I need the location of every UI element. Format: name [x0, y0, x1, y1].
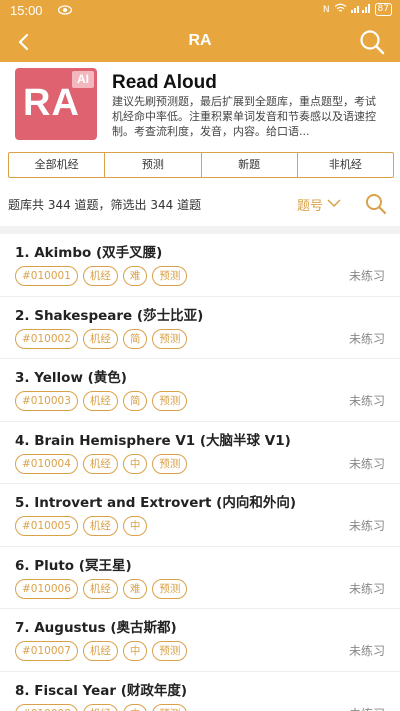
question-title: 7. Augustus (奥古斯都) [15, 620, 177, 636]
question-tags: #010002 机经简预测 [15, 328, 188, 349]
filter-prediction[interactable]: 预测 [105, 153, 202, 177]
question-tag: 简 [122, 328, 148, 349]
question-tag: 中 [122, 641, 148, 661]
summary-bar: 题库共 344 道题，筛选出 344 道题 题号 [0, 186, 400, 222]
chevron-down-icon [327, 197, 341, 212]
question-tag: 机经 [82, 328, 118, 349]
nfc-icon: N [322, 4, 330, 15]
question-tag: 难 [122, 266, 148, 286]
question-tags: #010005 机经中 [15, 516, 148, 536]
question-tags: #010008 机经中预测 [15, 703, 188, 711]
practice-status: 未练习 [348, 269, 385, 283]
question-tag: 预测 [152, 703, 188, 711]
question-tag: 预测 [152, 453, 188, 474]
question-title: 5. Introvert and Extrovert (内向和外向) [15, 495, 297, 511]
ai-badge: AI [72, 71, 94, 88]
question-id-tag: #010004 [15, 453, 78, 474]
filter-all[interactable]: 全部机经 [9, 153, 106, 177]
question-tag: 机经 [82, 391, 118, 411]
question-list: 1. Akimbo (双手叉腰) #010001 机经难预测 未练习 2. Shakes… [0, 234, 400, 711]
read-aloud-logo: RA AI [15, 68, 97, 140]
search-icon[interactable] [358, 28, 386, 56]
logo-text: RA [23, 82, 80, 124]
question-tags: #010006 机经难预测 [15, 578, 188, 599]
practice-status: 未练习 [348, 581, 385, 596]
question-id-tag: #010005 [15, 516, 78, 536]
practice-status: 未练习 [348, 331, 385, 346]
list-item[interactable]: 1. Akimbo (双手叉腰) #010001 机经难预测 未练习 [0, 234, 400, 297]
question-id-tag: #010006 [15, 578, 78, 599]
question-tag: 机经 [82, 266, 118, 286]
question-tag: 预测 [152, 328, 188, 349]
question-tags: #010003 机经简预测 [15, 391, 188, 411]
question-id-tag: #010001 [15, 266, 78, 286]
question-title: 1. Akimbo (双手叉腰) [15, 245, 163, 261]
question-tag: 机经 [82, 641, 118, 661]
battery-icon: 87 [374, 3, 392, 16]
system-icons: N 87 [323, 3, 392, 16]
question-tag: 机经 [82, 453, 118, 474]
question-tag: 中 [122, 703, 148, 711]
list-item[interactable]: 4. Brain Hemisphere V1 (大脑半球 V1) #010004 机… [0, 422, 400, 484]
practice-status: 未练习 [348, 644, 385, 658]
status-time: 15:00 [10, 3, 43, 18]
sort-label: 题号 [297, 199, 324, 214]
practice-status: 未练习 [348, 519, 385, 533]
signal-icon [350, 3, 371, 16]
eye-icon [57, 4, 73, 18]
question-type-header: RA AI Read Aloud 建议先刷预测题，最后扩展到全题库，重点题型，考… [0, 62, 400, 150]
question-tags: #010004 机经中预测 [15, 453, 188, 474]
sort-dropdown[interactable]: 题号 [297, 195, 341, 214]
question-title: 2. Shakespeare (莎士比亚) [15, 307, 204, 324]
filter-tabs: 全部机经 预测 新题 非机经 [8, 152, 394, 178]
question-tag: 难 [122, 578, 148, 599]
question-type-name: Read Aloud [112, 72, 217, 93]
question-title: 3. Yellow (黄色) [15, 370, 127, 386]
wifi-icon [334, 3, 347, 16]
list-item[interactable]: 2. Shakespeare (莎士比亚) #010002 机经简预测 未练习 [0, 297, 400, 359]
page-title: RA [188, 32, 212, 49]
question-type-description[interactable]: 建议先刷预测题，最后扩展到全题库，重点题型，考试机经命中率低。注重积累单词发音和… [112, 94, 386, 139]
question-title: 6. Pluto (冥王星) [15, 557, 132, 574]
filter-search-icon[interactable] [364, 192, 388, 216]
filter-new[interactable]: 新题 [202, 153, 298, 177]
question-tag: 机经 [82, 703, 118, 711]
question-title: 8. Fiscal Year (财政年度) [15, 682, 188, 699]
list-item[interactable]: 6. Pluto (冥王星) #010006 机经难预测 未练习 [0, 547, 400, 609]
question-tag: 中 [122, 516, 148, 536]
question-tag: 简 [122, 391, 148, 411]
section-divider [0, 226, 400, 234]
question-tags: #010001 机经难预测 [15, 266, 188, 286]
list-item[interactable]: 3. Yellow (黄色) #010003 机经简预测 未练习 [0, 359, 400, 422]
list-item[interactable]: 5. Introvert and Extrovert (内向和外向) #01000… [0, 484, 400, 547]
question-id-tag: #010008 [15, 703, 78, 711]
question-tags: #010007 机经中预测 [15, 641, 188, 661]
list-item[interactable]: 8. Fiscal Year (财政年度) #010008 机经中预测 未练习 [0, 672, 400, 711]
app-bar: RA [0, 22, 400, 62]
question-tag: 预测 [152, 391, 188, 411]
question-tag: 机经 [82, 578, 118, 599]
question-tag: 预测 [152, 641, 188, 661]
status-bar: 15:00 N 87 [0, 0, 400, 22]
question-tag: 中 [122, 453, 148, 474]
question-id-tag: #010007 [15, 641, 78, 661]
question-id-tag: #010003 [15, 391, 78, 411]
question-title: 4. Brain Hemisphere V1 (大脑半球 V1) [15, 432, 291, 449]
question-tag: 预测 [152, 578, 188, 599]
question-id-tag: #010002 [15, 328, 78, 349]
practice-status: 未练习 [348, 394, 385, 408]
question-tag: 预测 [152, 266, 188, 286]
filter-non-exam[interactable]: 非机经 [298, 153, 393, 177]
practice-status: 未练习 [349, 704, 385, 711]
list-item[interactable]: 7. Augustus (奥古斯都) #010007 机经中预测 未练习 [0, 609, 400, 672]
result-count: 题库共 344 道题，筛选出 344 道题 [8, 198, 202, 212]
question-tag: 机经 [82, 516, 118, 536]
practice-status: 未练习 [348, 456, 385, 471]
